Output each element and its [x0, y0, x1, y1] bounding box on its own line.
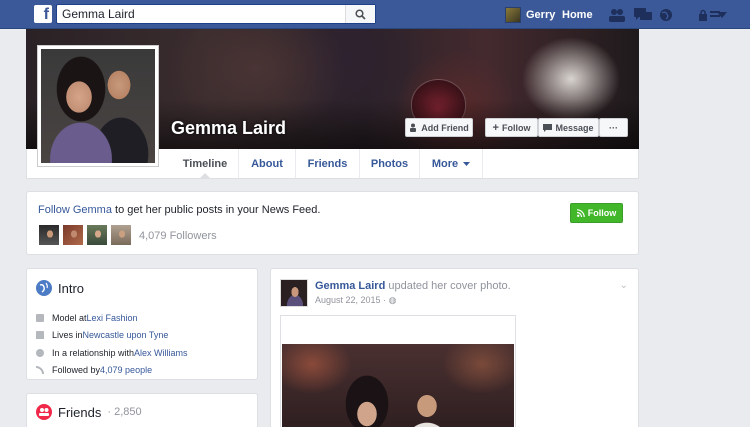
intro-item-prefix: In a relationship with: [52, 347, 135, 358]
search-input[interactable]: [57, 5, 347, 23]
friends-title[interactable]: Friends: [58, 405, 101, 420]
friends-icon: [36, 404, 52, 420]
intro-item-work: Model at Lexi Fashion: [36, 309, 188, 327]
profile-picture-image: [41, 49, 155, 163]
intro-item-link[interactable]: Alex Williams: [134, 348, 188, 358]
intro-item-link[interactable]: Newcastle upon Tyne: [83, 330, 169, 340]
intro-title: Intro: [58, 280, 85, 296]
briefcase-icon: [36, 313, 44, 322]
intro-item-link[interactable]: Lexi Fashion: [87, 313, 138, 323]
tab-about[interactable]: About: [239, 149, 296, 178]
intro-card: Intro Model at Lexi Fashion Lives in New…: [26, 268, 258, 380]
plus-icon: +: [492, 121, 499, 134]
post-date: August 22, 2015 ·: [315, 295, 389, 305]
follow-prompt-card: Follow Gemma to get her public posts in …: [26, 191, 639, 255]
friends-count: · 2,850: [107, 406, 142, 418]
message-label: Message: [555, 122, 594, 133]
follow-profile-label: Follow: [501, 122, 531, 133]
heart-icon: [36, 348, 44, 357]
notifications-button[interactable]: [659, 0, 673, 29]
tab-label: Photos: [370, 157, 409, 170]
follow-profile-button[interactable]: + Follow: [485, 118, 538, 137]
search-icon: [355, 8, 366, 20]
chevron-down-icon: [717, 11, 727, 18]
tab-timeline[interactable]: Timeline: [172, 149, 239, 179]
more-options-button[interactable]: ···: [599, 118, 628, 137]
user-name-label: Gerry: [526, 8, 556, 21]
follower-avatar[interactable]: [62, 224, 84, 246]
follower-avatar[interactable]: [86, 224, 108, 246]
messages-button[interactable]: [634, 0, 652, 29]
post-timestamp[interactable]: August 22, 2015 · ◍: [315, 295, 396, 306]
add-friend-label: Add Friend: [421, 122, 469, 133]
globe-notifications-icon: [660, 8, 672, 21]
friends-card: Friends · 2,850: [26, 393, 258, 427]
tab-label: About: [251, 157, 283, 170]
intro-item-prefix: Followed by: [52, 365, 101, 376]
more-options-label: ···: [609, 122, 618, 133]
follow-button[interactable]: Follow: [570, 203, 623, 223]
intro-item-prefix: Model at: [52, 312, 87, 323]
rss-icon: [576, 209, 585, 217]
top-nav-bar: f Gerry Home: [0, 0, 750, 29]
follow-prompt-rest: to get her public posts in your News Fee…: [111, 204, 321, 216]
followers-count[interactable]: 4,079 Followers: [139, 230, 217, 242]
messages-icon: [634, 7, 652, 20]
friend-requests-button[interactable]: [608, 0, 626, 29]
intro-item-location: Lives in Newcastle upon Tyne: [36, 327, 188, 345]
friend-requests-icon: [609, 8, 625, 22]
profile-picture[interactable]: [37, 45, 159, 167]
intro-list: Model at Lexi Fashion Lives in Newcastle…: [36, 309, 188, 379]
follower-avatar[interactable]: [38, 224, 60, 246]
follow-button-label: Follow: [587, 208, 617, 218]
profile-name[interactable]: Gemma Laird: [171, 118, 286, 139]
follow-prompt-link[interactable]: Follow Gemma: [38, 204, 112, 216]
user-avatar: [505, 6, 521, 23]
search-button[interactable]: [345, 5, 375, 23]
globe-icon: [36, 280, 52, 296]
follower-thumbnails: [38, 224, 132, 246]
rss-icon: [36, 366, 44, 375]
facebook-logo-icon[interactable]: f: [34, 5, 52, 23]
message-icon: [543, 123, 553, 132]
post-author-name[interactable]: Gemma Laird: [315, 280, 385, 292]
friends-header: Friends · 2,850: [36, 404, 142, 420]
post-options-chevron-icon[interactable]: ⌄: [620, 280, 628, 291]
home-label: Home: [562, 8, 593, 21]
post-author-avatar[interactable]: [280, 279, 308, 307]
follower-avatar[interactable]: [110, 224, 132, 246]
intro-item-prefix: Lives in: [52, 330, 83, 341]
search-box: [56, 4, 376, 24]
tab-label: More: [431, 157, 459, 170]
tab-label: Timeline: [182, 157, 228, 170]
post-header: Gemma Laird updated her cover photo.: [315, 280, 511, 292]
chevron-down-icon: [463, 161, 471, 166]
add-friend-icon: [410, 123, 417, 132]
account-menu-button[interactable]: [717, 0, 727, 29]
tab-more[interactable]: More: [420, 149, 483, 178]
public-globe-icon: ◍: [388, 295, 397, 305]
add-friend-button[interactable]: Add Friend: [405, 118, 473, 137]
tab-friends[interactable]: Friends: [296, 149, 360, 178]
lock-icon: [699, 9, 707, 21]
post-action-text: updated her cover photo.: [385, 280, 511, 292]
home-icon: [36, 331, 44, 340]
post-photo-image: [282, 344, 514, 427]
tab-photos[interactable]: Photos: [360, 149, 420, 178]
intro-item-link[interactable]: 4,079 people: [100, 365, 152, 375]
intro-item-relationship: In a relationship with Alex Williams: [36, 344, 188, 362]
message-button[interactable]: Message: [538, 118, 599, 137]
user-profile-link[interactable]: Gerry: [505, 0, 555, 29]
post-photo[interactable]: [280, 315, 516, 427]
home-link[interactable]: Home: [562, 0, 593, 29]
follow-prompt-text: Follow Gemma to get her public posts in …: [38, 204, 320, 216]
intro-item-followers: Followed by 4,079 people: [36, 362, 188, 380]
cover-photo-post: Gemma Laird updated her cover photo. Aug…: [270, 268, 639, 427]
intro-header: Intro: [36, 280, 84, 296]
tab-label: Friends: [307, 157, 348, 170]
